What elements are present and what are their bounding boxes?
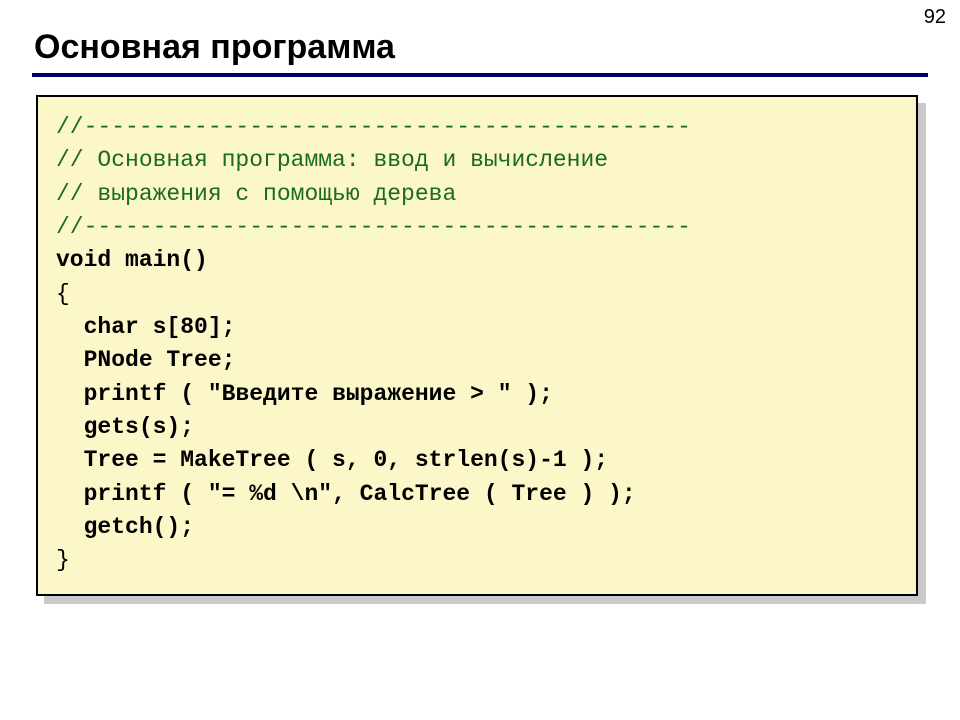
code-content: //--------------------------------------… bbox=[56, 111, 898, 578]
code-text: } bbox=[56, 547, 70, 573]
code-text: , CalcTree ( Tree ) ); bbox=[332, 481, 636, 507]
code-text: ); bbox=[512, 381, 553, 407]
code-text: s[80]; bbox=[139, 314, 236, 340]
code-comment: // выражения с помощью дерева bbox=[56, 181, 456, 207]
code-block: //--------------------------------------… bbox=[36, 95, 918, 596]
code-fn: printf bbox=[56, 481, 166, 507]
code-text: ( bbox=[166, 381, 207, 407]
code-keyword: void bbox=[56, 247, 111, 273]
slide-title: Основная программа bbox=[34, 28, 928, 67]
code-text: PNode Tree; bbox=[56, 347, 235, 373]
code-comment: //--------------------------------------… bbox=[56, 114, 691, 140]
slide: 92 Основная программа //----------------… bbox=[0, 0, 960, 720]
code-text: ( bbox=[166, 481, 207, 507]
title-underline bbox=[32, 73, 928, 77]
code-box: //--------------------------------------… bbox=[36, 95, 918, 596]
code-comment: // Основная программа: ввод и вычисление bbox=[56, 147, 608, 173]
code-keyword: char bbox=[56, 314, 139, 340]
code-string: "= %d \n" bbox=[208, 481, 332, 507]
code-text: gets(s); bbox=[56, 414, 194, 440]
code-string: "Введите выражение > " bbox=[208, 381, 512, 407]
code-text: { bbox=[56, 281, 70, 307]
code-text: getch(); bbox=[56, 514, 194, 540]
code-text: main() bbox=[111, 247, 208, 273]
code-comment: //--------------------------------------… bbox=[56, 214, 691, 240]
code-fn: printf bbox=[56, 381, 166, 407]
code-text: Tree = MakeTree ( s, 0, strlen(s)-1 ); bbox=[56, 447, 608, 473]
page-number: 92 bbox=[924, 6, 946, 29]
